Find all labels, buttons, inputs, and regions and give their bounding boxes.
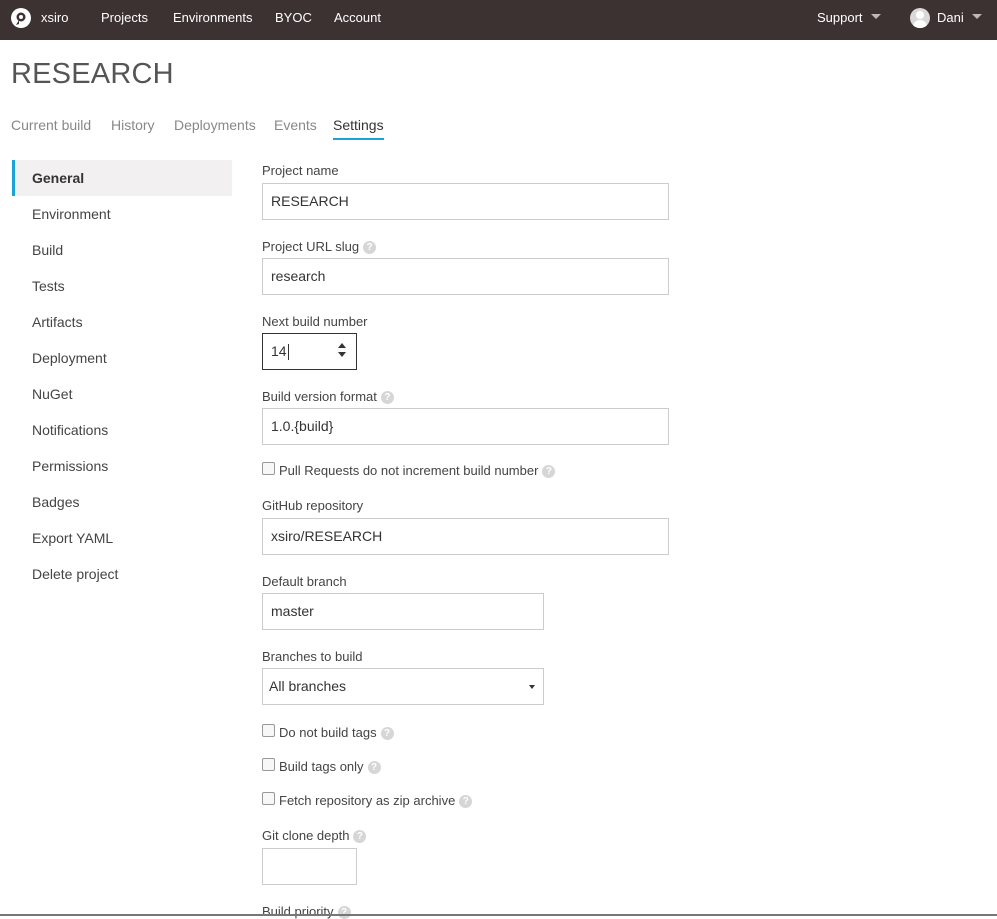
fetch-zip-row: Fetch repository as zip archive?: [262, 792, 473, 809]
version-format-input[interactable]: 1.0.{build}: [262, 408, 669, 445]
tab-settings[interactable]: Settings: [333, 117, 384, 140]
sidebar-item-build[interactable]: Build: [12, 232, 232, 268]
avatar-head-shape: [916, 11, 924, 19]
fetch-zip-label[interactable]: Fetch repository as zip archive: [279, 793, 455, 808]
default-branch-input[interactable]: master: [262, 593, 544, 630]
user-menu[interactable]: Dani: [937, 0, 982, 40]
next-build-number-label: Next build number: [262, 314, 368, 329]
sidebar-item-general[interactable]: General: [12, 160, 232, 196]
default-branch-label: Default branch: [262, 574, 347, 589]
sidebar-item-delete-project[interactable]: Delete project: [12, 556, 232, 592]
sidebar-item-export-yaml[interactable]: Export YAML: [12, 520, 232, 556]
support-label: Support: [817, 10, 863, 25]
help-icon[interactable]: ?: [459, 795, 473, 809]
build-priority-label-text: Build priority: [262, 904, 334, 919]
tab-events[interactable]: Events: [274, 117, 317, 133]
account-name-link[interactable]: xsiro: [41, 0, 68, 40]
page-title: RESEARCH: [11, 58, 174, 90]
spinner-up-arrow[interactable]: [338, 343, 346, 348]
url-slug-label: Project URL slug?: [262, 239, 377, 255]
clone-depth-input[interactable]: [262, 848, 357, 885]
avatar[interactable]: [910, 8, 930, 28]
url-slug-input[interactable]: research: [262, 258, 669, 295]
chevron-down-icon: [870, 14, 881, 20]
sidebar-item-deployment[interactable]: Deployment: [12, 340, 232, 376]
build-tags-only-row: Build tags only?: [262, 758, 381, 775]
sidebar-item-tests[interactable]: Tests: [12, 268, 232, 304]
project-name-label: Project name: [262, 163, 339, 178]
url-slug-label-text: Project URL slug: [262, 239, 360, 254]
sidebar-item-permissions[interactable]: Permissions: [12, 448, 232, 484]
chevron-down-icon: [529, 685, 535, 689]
pr-no-increment-row: Pull Requests do not increment build num…: [262, 462, 556, 479]
help-icon[interactable]: ?: [380, 391, 394, 405]
nav-projects-link[interactable]: Projects: [101, 0, 148, 40]
version-format-label-text: Build version format: [262, 389, 377, 404]
no-build-tags-checkbox[interactable]: [262, 724, 275, 738]
nav-environments-link[interactable]: Environments: [173, 0, 252, 40]
sidebar-item-artifacts[interactable]: Artifacts: [12, 304, 232, 340]
help-icon[interactable]: ?: [380, 727, 394, 741]
no-build-tags-label[interactable]: Do not build tags: [279, 725, 377, 740]
text-cursor: [287, 344, 289, 361]
nav-byoc-link[interactable]: BYOC: [275, 0, 312, 40]
github-repo-input[interactable]: xsiro/RESEARCH: [262, 518, 669, 555]
branches-to-build-value: All branches: [269, 678, 347, 694]
help-icon[interactable]: ?: [363, 241, 377, 255]
sidebar-item-environment[interactable]: Environment: [12, 196, 232, 232]
build-tags-only-checkbox[interactable]: [262, 758, 275, 772]
next-build-number-input[interactable]: 14: [262, 333, 357, 370]
sidebar-item-nuget[interactable]: NuGet: [12, 376, 232, 412]
version-format-label: Build version format?: [262, 389, 394, 405]
user-name: Dani: [937, 10, 964, 25]
help-icon[interactable]: ?: [367, 761, 381, 775]
avatar-body-shape: [913, 20, 927, 28]
sidebar-item-badges[interactable]: Badges: [12, 484, 232, 520]
help-icon[interactable]: ?: [353, 830, 367, 844]
tab-deployments[interactable]: Deployments: [174, 117, 256, 133]
no-build-tags-row: Do not build tags?: [262, 724, 394, 741]
github-repo-label: GitHub repository: [262, 498, 364, 513]
pr-no-increment-checkbox[interactable]: [262, 462, 275, 476]
tab-current-build[interactable]: Current build: [11, 117, 91, 133]
clone-depth-label: Git clone depth?: [262, 828, 367, 844]
next-build-number-value: 14: [271, 343, 287, 359]
project-name-input[interactable]: RESEARCH: [262, 183, 669, 220]
number-spinner-icon[interactable]: [338, 343, 346, 359]
nav-account-link[interactable]: Account: [334, 0, 381, 40]
sidebar-item-notifications[interactable]: Notifications: [12, 412, 232, 448]
chevron-down-icon: [971, 14, 982, 20]
build-tags-only-label[interactable]: Build tags only: [279, 759, 364, 774]
pr-no-increment-label[interactable]: Pull Requests do not increment build num…: [279, 463, 538, 478]
branches-to-build-select[interactable]: All branches: [262, 668, 544, 705]
tab-history[interactable]: History: [111, 117, 155, 133]
spinner-down-arrow[interactable]: [338, 352, 346, 357]
appveyor-logo-icon[interactable]: [10, 7, 32, 29]
top-navigation-bar: xsiro Projects Environments BYOC Account…: [0, 0, 997, 40]
build-priority-label: Build priority?: [262, 904, 351, 919]
help-icon[interactable]: ?: [542, 465, 556, 479]
branches-to-build-label: Branches to build: [262, 649, 363, 664]
support-menu[interactable]: Support: [817, 0, 881, 40]
fetch-zip-checkbox[interactable]: [262, 792, 275, 806]
clone-depth-label-text: Git clone depth: [262, 828, 350, 843]
help-icon[interactable]: ?: [337, 906, 351, 919]
